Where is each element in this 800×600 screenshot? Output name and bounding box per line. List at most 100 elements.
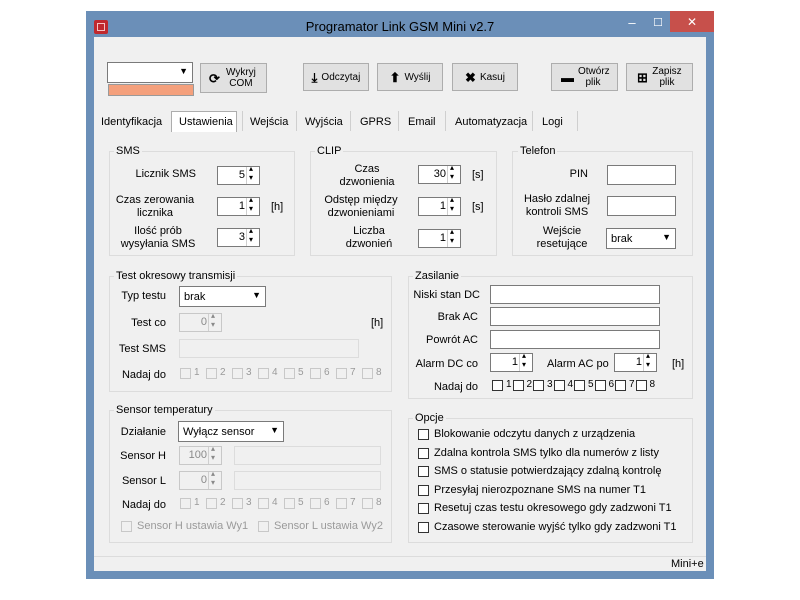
option-checkbox[interactable] [418,503,429,515]
test-every-spinner[interactable]: 0 [179,311,222,332]
sensor-h-text[interactable] [234,446,381,465]
tab-automatyzacja[interactable]: Automatyzacja [455,113,527,131]
send-to-checkbox-5[interactable] [284,498,295,509]
call-interval-spinner[interactable]: 1 [418,195,461,216]
pin-label: PIN [569,168,588,180]
sms-attempts-spinner[interactable]: 3 [217,226,260,247]
tab-identyfikacja[interactable]: Identyfikacja [101,113,162,131]
send-to-checkbox-3[interactable] [533,380,544,391]
send-to-checkbox-3[interactable] [232,498,243,509]
send-to-checkbox-8[interactable] [362,498,373,509]
option-label: Przesyłaj nierozpoznane SMS na numer T1 [434,483,646,496]
pin-input[interactable] [607,165,676,185]
send-to-number-label: 3 [246,367,252,378]
call-interval-label: Odstęp między dzwonieniami [324,194,398,219]
test-every-label: Test co [131,317,166,329]
alarm-ac-label: Alarm AC po [547,358,609,370]
test-sms-label: Test SMS [118,343,166,355]
test-type-select[interactable]: brak ▼ [179,286,266,307]
sms-counter-spinner[interactable]: 5 [217,164,260,185]
erase-button[interactable]: ✖ Kasuj [452,63,518,91]
send-to-number-label: 8 [376,367,382,378]
alarm-dc-label: Alarm DC co [415,358,478,370]
sensor-l-sets-out-checkbox[interactable] [258,521,269,532]
minimize-button[interactable]: – [620,12,644,32]
chevron-down-icon: ▼ [270,425,279,435]
send-to-checkbox-7[interactable] [615,380,626,391]
send-to-checkbox-8[interactable] [362,368,373,379]
low-dc-input[interactable] [490,285,660,304]
option-checkbox[interactable] [418,447,429,459]
send-to-checkbox-4[interactable] [553,380,565,391]
sms-reset-time-spinner[interactable]: 1 [217,195,260,216]
tab-email[interactable]: Email [408,113,436,131]
sensor-action-select[interactable]: Wyłącz sensor ▼ [178,421,284,442]
sensor-action-label: Działanie [120,426,166,438]
close-button[interactable]: ✕ [670,11,714,32]
send-to-checkbox-2[interactable] [206,368,217,379]
send-to-number-label: 7 [350,497,356,508]
maximize-button[interactable]: ☐ [646,12,670,32]
send-to-checkbox-4[interactable] [258,498,269,509]
sensor-h-spinner[interactable]: 100 [179,444,222,465]
read-button[interactable]: ⤓ Odczytaj [303,63,369,91]
test-type-label: Typ testu [121,290,166,302]
save-file-button[interactable]: ⊞ Zapisz plik [626,63,693,91]
send-to-checkbox-3[interactable] [232,368,243,379]
send-to-checkbox-2[interactable] [512,380,524,391]
send-to-checkbox-5[interactable] [284,368,295,379]
reset-input-select[interactable]: brak ▼ [606,228,676,249]
option-label: Resetuj czas testu okresowego gdy zadzwo… [434,502,672,515]
option-checkbox[interactable] [418,429,429,440]
ac-return-input[interactable] [490,330,660,349]
no-ac-input[interactable] [490,307,660,326]
remote-password-input[interactable] [607,196,676,216]
reset-input-label: Wejście resetujące [536,225,588,250]
sms-counter-label: Licznik SMS [135,168,196,180]
option-checkbox[interactable] [418,484,429,496]
send-to-number-label: 4 [272,497,278,508]
tab-ustawienia[interactable]: Ustawienia [179,113,233,131]
send-to-number-label: 7 [350,367,356,378]
send-to-checkbox-2[interactable] [206,498,217,509]
sensor-h-sets-out-checkbox[interactable] [121,521,132,532]
tab-logi[interactable]: Logi [542,113,563,131]
chevron-down-icon: ▼ [662,232,671,242]
tab-separator [532,111,533,131]
send-to-checkbox-7[interactable] [336,498,347,509]
option-checkbox[interactable] [418,522,429,533]
send-to-checkbox-5[interactable] [574,380,585,391]
test-sms-input[interactable] [179,339,359,358]
ring-time-spinner[interactable]: 30 [418,163,461,184]
sensor-l-sets-out-label: Sensor L ustawia Wy2 [274,520,383,532]
open-file-button[interactable]: ▬ Otwórz plik [551,63,618,91]
send-to-checkbox-1[interactable] [180,368,191,379]
sensor-l-text[interactable] [234,471,381,490]
chevron-down-icon: ▼ [179,66,188,76]
send-to-checkbox-7[interactable] [336,368,347,379]
call-interval-unit: [s] [472,201,484,213]
send-to-checkbox-4[interactable] [258,368,269,379]
tab-wejscia[interactable]: Wejścia [250,113,288,131]
send-to-checkbox-6[interactable] [310,498,321,509]
tab-wyjscia[interactable]: Wyjścia [305,113,343,131]
send-to-checkbox-6[interactable] [310,368,321,379]
send-to-checkbox-6[interactable] [594,380,606,391]
alarm-unit: [h] [672,358,685,370]
sensor-l-label: Sensor L [121,475,166,487]
alarm-ac-spinner[interactable]: 1 [614,351,657,372]
alarm-dc-spinner[interactable]: 1 [490,351,533,372]
com-port-select[interactable]: ▼ [107,62,193,83]
option-checkbox[interactable] [418,466,429,478]
app-logo-icon [94,20,108,34]
send-to-number-label: 1 [506,379,512,390]
detect-com-button[interactable]: ⟳ Wykryj COM [200,63,267,93]
tab-gprs[interactable]: GPRS [360,113,391,131]
send-to-number-label: 3 [246,497,252,508]
send-to-checkbox-1[interactable] [492,380,503,391]
call-count-spinner[interactable]: 1 [418,227,461,248]
send-to-checkbox-1[interactable] [180,498,191,509]
send-button[interactable]: ⬆ Wyślij [377,63,443,91]
send-to-checkbox-8[interactable] [635,380,647,391]
sensor-l-spinner[interactable]: 0 [179,469,222,490]
